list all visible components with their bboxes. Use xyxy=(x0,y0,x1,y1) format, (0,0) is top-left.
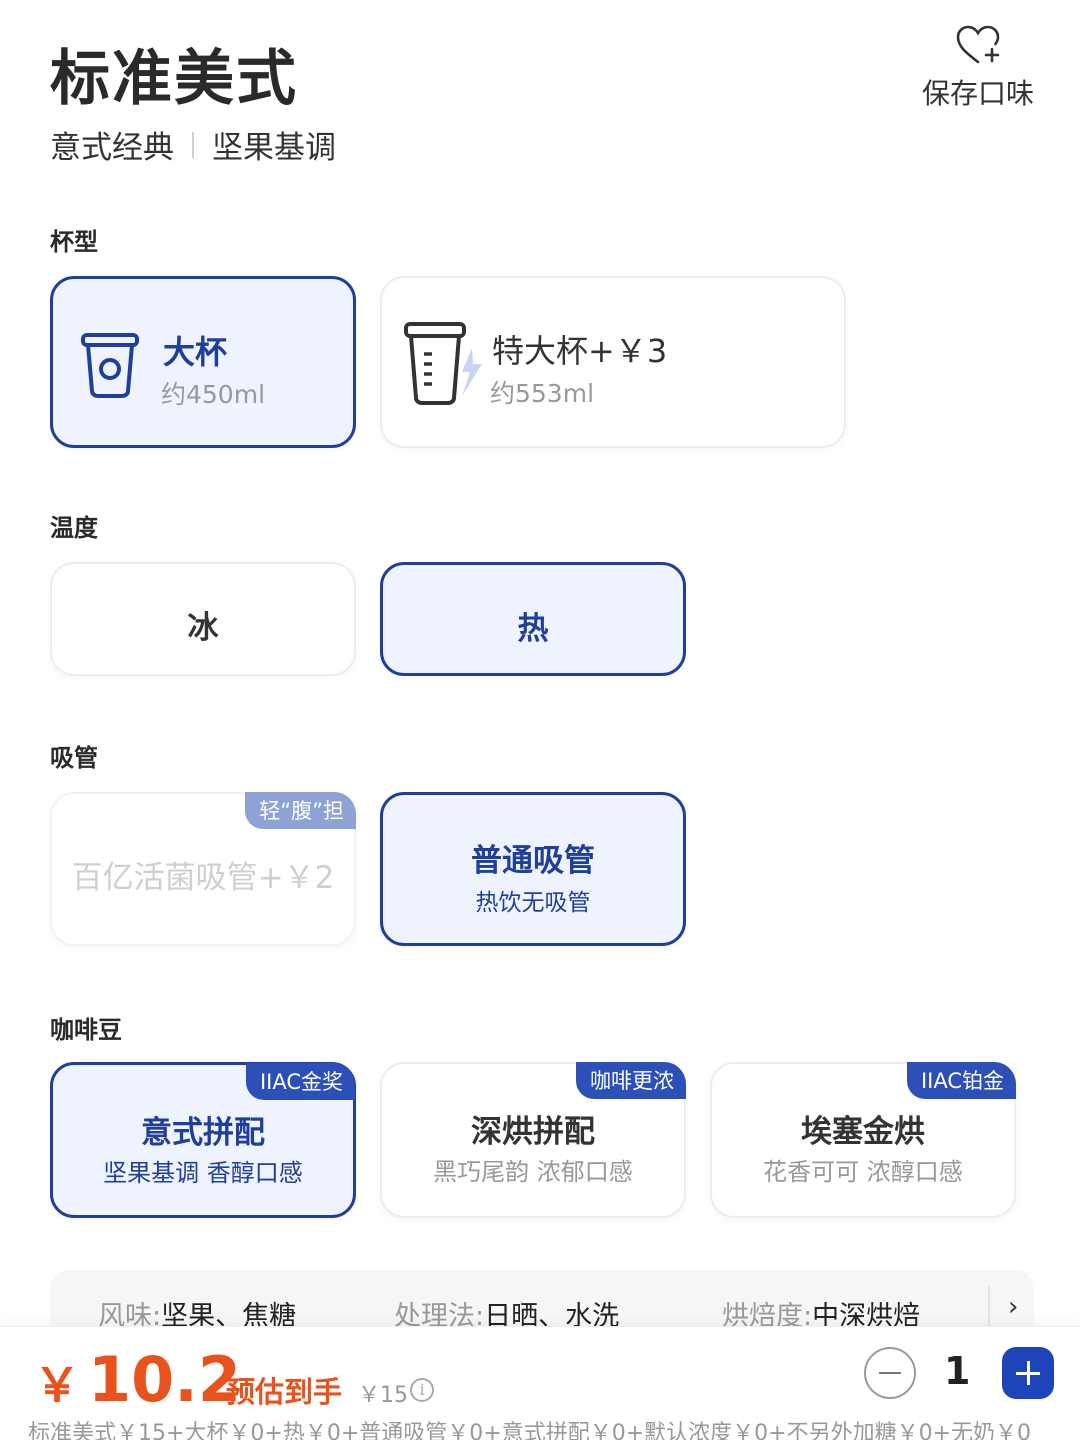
page-title: 标准美式 xyxy=(50,44,298,114)
cup-icon xyxy=(81,333,139,398)
currency-symbol: ￥ xyxy=(34,1358,80,1412)
cup-option-volume: 约553ml xyxy=(490,379,595,408)
straw-option-name: 百亿活菌吸管+￥2 xyxy=(71,860,335,896)
straw-option-normal[interactable]: 普通吸管 热饮无吸管 xyxy=(380,792,686,946)
estimate-label: 预估到手 xyxy=(226,1375,343,1409)
temperature-option-label: 冰 xyxy=(187,610,219,646)
chevron-right-icon[interactable]: › xyxy=(1008,1292,1018,1322)
bean-option-name: 深烘拼配 xyxy=(471,1114,595,1150)
bean-option-name: 意式拼配 xyxy=(141,1115,265,1151)
tall-cup-icon xyxy=(404,322,482,405)
quantity-value: 1 xyxy=(944,1349,971,1393)
cup-option-name: 特大杯+￥3 xyxy=(492,332,668,370)
cup-option-name: 大杯 xyxy=(163,333,228,371)
bean-option-espresso-blend[interactable]: IIAC金奖 意式拼配 坚果基调 香醇口感 xyxy=(50,1062,356,1218)
price-breakdown: 标准美式￥15+大杯￥0+热￥0+普通吸管￥0+意式拼配￥0+默认浓度￥0+不另… xyxy=(28,1421,1032,1440)
tag-label: 坚果基调 xyxy=(212,130,336,166)
cup-option-large[interactable]: 大杯 约450ml xyxy=(50,276,356,448)
bean-option-sub: 黑巧尾韵 浓郁口感 xyxy=(433,1158,633,1186)
increase-quantity-button[interactable] xyxy=(1002,1347,1054,1399)
temperature-option-hot[interactable]: 热 xyxy=(380,562,686,676)
drink-tags: 意式经典 坚果基调 xyxy=(50,122,336,167)
bean-badge: IIAC金奖 xyxy=(245,1063,355,1100)
heart-plus-icon xyxy=(956,25,1000,64)
straw-option-name: 普通吸管 xyxy=(471,843,595,879)
save-taste-button[interactable]: 保存口味 xyxy=(918,24,1038,112)
straw-badge: 轻“腹”担 xyxy=(245,792,356,829)
bean-option-dark-roast[interactable]: 咖啡更浓 深烘拼配 黑巧尾韵 浓郁口感 xyxy=(380,1062,686,1218)
drink-customization-page: 标准美式 意式经典 坚果基调 保存口味 杯型 大杯 约450ml 特大杯+￥3 … xyxy=(0,0,1080,1440)
checkout-bar: ￥ 10.2 预估到手 ￥15 i 1 标准美式￥15+大杯￥0+热￥0+普通吸管… xyxy=(0,1326,1080,1440)
bean-badge: IIAC铂金 xyxy=(906,1062,1016,1099)
price-display: ￥ 10.2 xyxy=(34,1343,241,1416)
cup-option-extra-large[interactable]: 特大杯+￥3 约553ml xyxy=(380,276,846,448)
temperature-option-iced[interactable]: 冰 xyxy=(50,562,356,676)
cup-option-volume: 约450ml xyxy=(161,380,266,409)
tag-divider xyxy=(192,131,194,158)
decrease-quantity-button[interactable] xyxy=(864,1347,916,1399)
bean-option-sub: 花香可可 浓醇口感 xyxy=(763,1158,963,1186)
straw-section-label: 吸管 xyxy=(50,744,98,772)
bean-info-strip[interactable]: 风味:坚果、焦糖 处理法:日晒、水洗 烘焙度:中深烘焙 › xyxy=(50,1270,1034,1332)
strip-divider xyxy=(988,1286,990,1326)
straw-option-probiotic: 轻“腹”担 百亿活菌吸管+￥2 xyxy=(50,792,356,946)
straw-option-sub: 热饮无吸管 xyxy=(475,890,591,916)
temperature-section-label: 温度 xyxy=(50,514,98,542)
bean-option-ethiopia[interactable]: IIAC铂金 埃塞金烘 花香可可 浓醇口感 xyxy=(710,1062,1016,1218)
cup-section-label: 杯型 xyxy=(50,228,98,256)
info-icon[interactable]: i xyxy=(410,1378,434,1402)
bean-badge: 咖啡更浓 xyxy=(576,1062,686,1099)
price-value: 10.2 xyxy=(88,1343,241,1416)
save-taste-label: 保存口味 xyxy=(921,77,1034,110)
original-price: ￥15 xyxy=(358,1383,408,1408)
beans-section-label: 咖啡豆 xyxy=(50,1016,122,1044)
bean-option-name: 埃塞金烘 xyxy=(801,1114,925,1150)
tag-label: 意式经典 xyxy=(50,130,174,166)
bean-option-sub: 坚果基调 香醇口感 xyxy=(103,1159,303,1187)
temperature-option-label: 热 xyxy=(517,611,549,647)
